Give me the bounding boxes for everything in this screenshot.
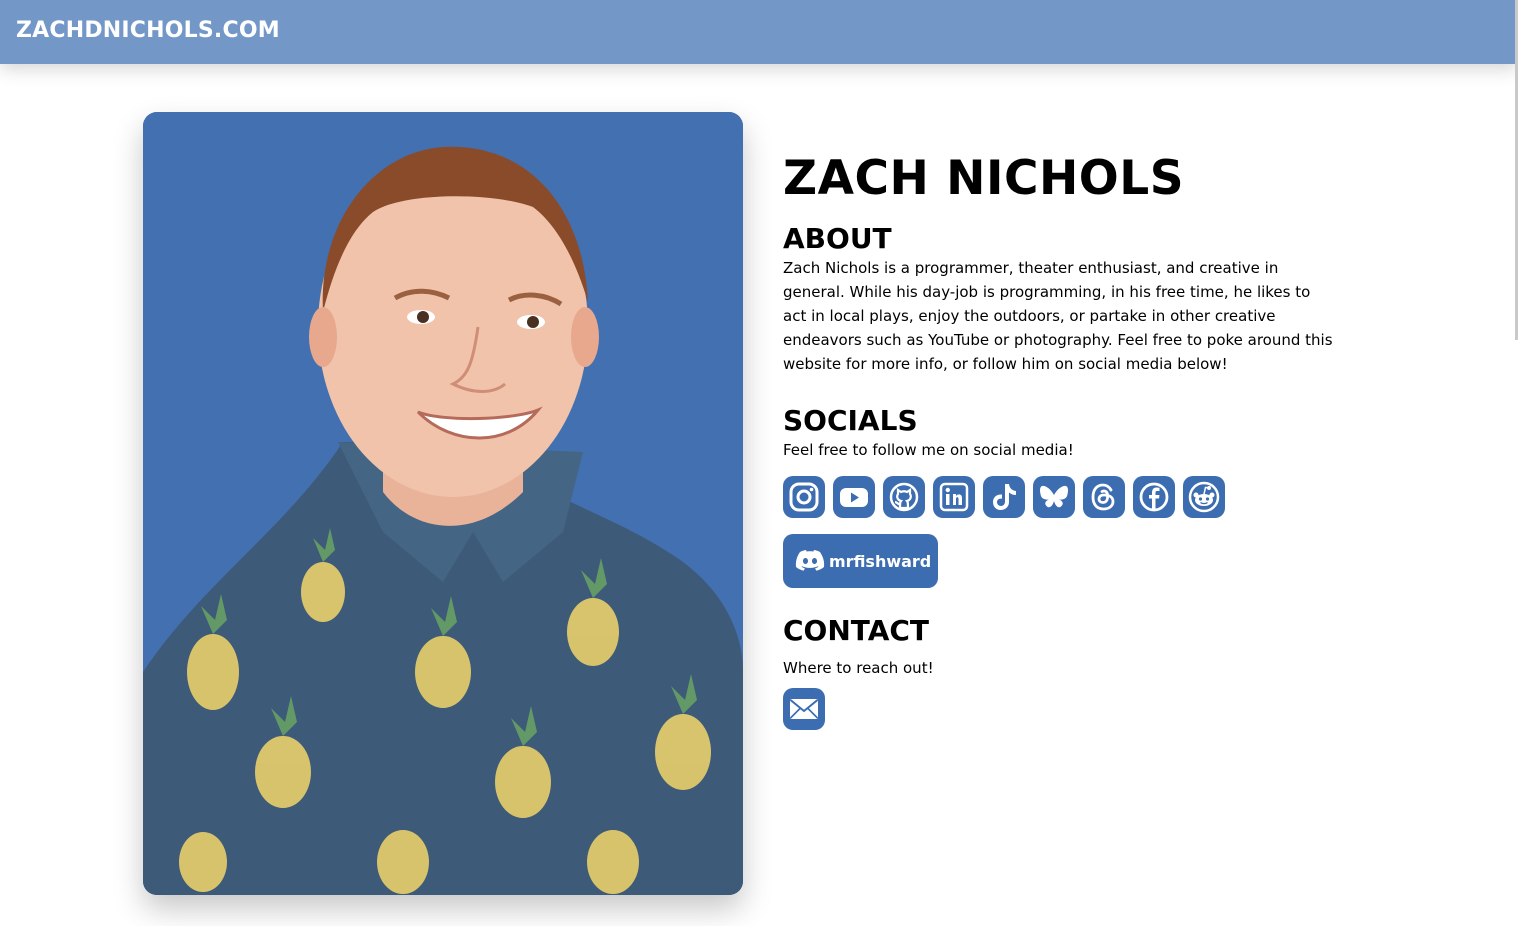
discord-username: mrfishward <box>829 551 932 571</box>
about-heading: ABOUT <box>783 222 892 255</box>
youtube-link[interactable] <box>833 476 875 518</box>
github-icon <box>889 482 919 512</box>
email-link[interactable] <box>783 688 825 730</box>
tiktok-link[interactable] <box>983 476 1025 518</box>
contact-text: Where to reach out! <box>783 659 934 677</box>
discord-icon <box>795 550 825 571</box>
profile-photo <box>143 112 743 895</box>
bluesky-link[interactable] <box>1033 476 1075 518</box>
top-navbar: ZACHDNICHOLS.COM <box>0 0 1518 64</box>
mail-icon <box>789 699 819 719</box>
linkedin-icon <box>939 482 969 512</box>
site-title-link[interactable]: ZACHDNICHOLS.COM <box>16 18 280 43</box>
threads-icon <box>1091 483 1115 511</box>
profile-content: ZACH NICHOLS ABOUT Zach Nichols is a pro… <box>783 150 1343 730</box>
linkedin-link[interactable] <box>933 476 975 518</box>
socials-text: Feel free to follow me on social media! <box>783 441 1074 459</box>
tiktok-icon <box>993 484 1016 510</box>
social-links <box>783 476 1343 518</box>
threads-link[interactable] <box>1083 476 1125 518</box>
github-link[interactable] <box>883 476 925 518</box>
instagram-link[interactable] <box>783 476 825 518</box>
facebook-icon <box>1139 482 1169 512</box>
socials-heading: SOCIALS <box>783 404 918 437</box>
youtube-icon <box>840 488 868 507</box>
facebook-link[interactable] <box>1133 476 1175 518</box>
about-text: Zach Nichols is a programmer, theater en… <box>783 259 1333 373</box>
reddit-link[interactable] <box>1183 476 1225 518</box>
contact-heading: CONTACT <box>783 614 930 647</box>
instagram-icon <box>789 482 819 512</box>
bluesky-icon <box>1040 485 1068 508</box>
profile-name: ZACH NICHOLS <box>783 151 1185 206</box>
discord-username-button[interactable]: mrfishward <box>783 534 938 588</box>
reddit-icon <box>1188 481 1220 513</box>
